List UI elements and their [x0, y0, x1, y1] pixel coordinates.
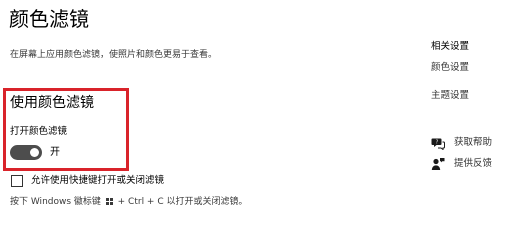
feedback-label: 提供反馈	[454, 158, 493, 169]
page-title: 颜色滤镜	[9, 7, 89, 31]
related-settings-heading: 相关设置	[431, 41, 470, 52]
page-description: 在屏幕上应用颜色滤镜，使照片和颜色更易于查看。	[10, 50, 218, 60]
windows-logo-icon	[105, 198, 113, 205]
theme-settings-link[interactable]: 主题设置	[431, 89, 469, 103]
toggle-knob	[30, 148, 39, 157]
svg-text:?: ?	[436, 140, 439, 146]
feedback-icon	[431, 158, 445, 170]
shortcut-checkbox-label[interactable]: 允许使用快捷键打开或关闭滤镜	[31, 174, 164, 188]
get-help-label: 获取帮助	[454, 137, 493, 148]
shortcut-hint-after: + Ctrl + C 以打开或关闭滤镜。	[117, 197, 248, 207]
shortcut-checkbox[interactable]	[11, 175, 23, 187]
color-filter-toggle-label: 打开颜色滤镜	[10, 126, 68, 137]
color-filter-toggle[interactable]	[10, 145, 42, 160]
color-filter-heading: 使用颜色滤镜	[10, 95, 94, 111]
toggle-state-text: 开	[50, 147, 60, 158]
shortcut-hint: 按下 Windows 徽标键 + Ctrl + C 以打开或关闭滤镜。	[10, 195, 247, 209]
color-settings-link[interactable]: 颜色设置	[431, 61, 469, 75]
shortcut-hint-before: 按下 Windows 徽标键	[10, 197, 101, 207]
help-chat-icon: ?	[431, 138, 445, 150]
